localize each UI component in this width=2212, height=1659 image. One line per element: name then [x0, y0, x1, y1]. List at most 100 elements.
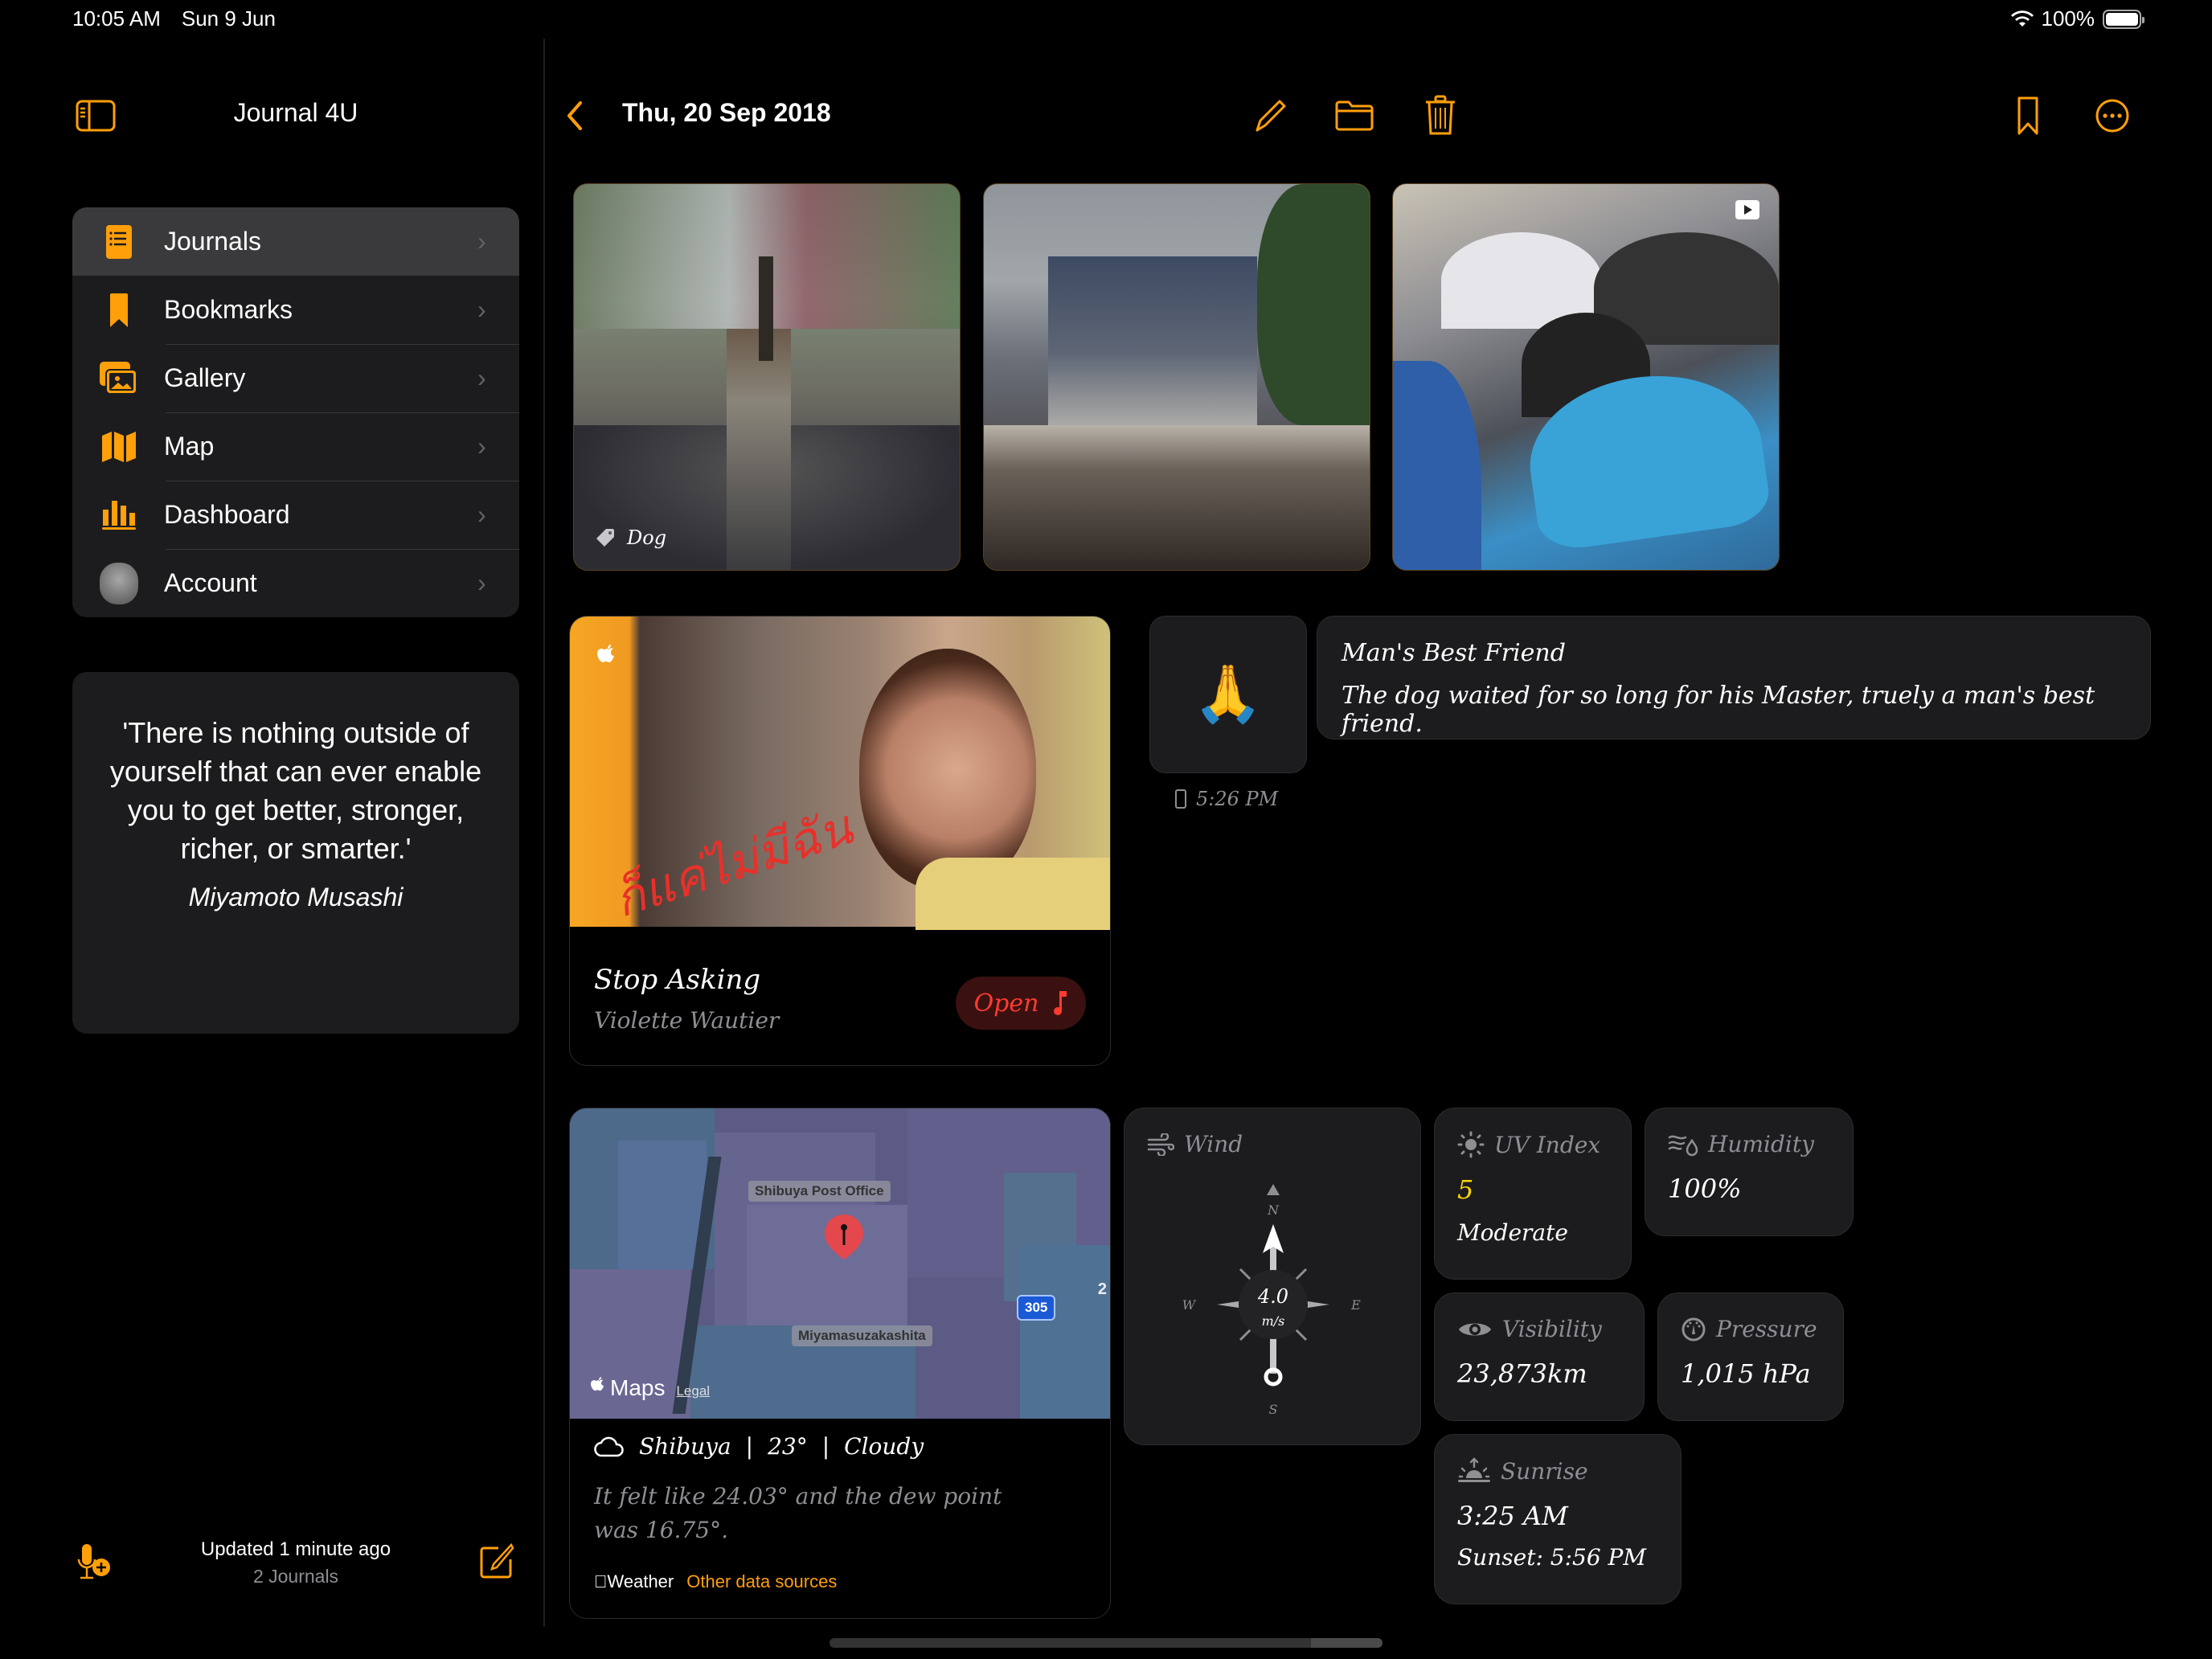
- entry-time-label: 5:26 PM: [1196, 788, 1279, 810]
- humidity-value: 100%: [1668, 1174, 1742, 1204]
- weather-condition: Cloudy: [844, 1433, 924, 1460]
- iphone-icon: [1175, 789, 1186, 809]
- status-bar-right: 100%: [2010, 6, 2144, 31]
- pressure-header: Pressure: [1681, 1316, 1821, 1342]
- other-data-sources-link[interactable]: Other data sources: [686, 1571, 837, 1592]
- sunrise-tile[interactable]: Sunrise 3:25 AM Sunset: 5:56 PM: [1434, 1434, 1682, 1604]
- status-date: Sun 9 Jun: [181, 6, 276, 31]
- mood-card[interactable]: 🙏: [1149, 616, 1307, 773]
- location-weather-card[interactable]: Shibuya Post Office Miyamasuzakashita 30…: [569, 1108, 1111, 1619]
- album-art: ก็แค่ไม่มีฉัน: [570, 616, 1110, 930]
- cloud-icon: [594, 1436, 624, 1456]
- maps-legal-link[interactable]: Legal: [676, 1383, 710, 1399]
- humidity-header: Humidity: [1668, 1131, 1830, 1157]
- chevron-right-icon: ›: [477, 568, 486, 597]
- pencil-icon[interactable]: [1252, 95, 1286, 137]
- chevron-right-icon: ›: [477, 295, 486, 324]
- journal-count: 2 Journals: [252, 1566, 339, 1587]
- bookmark-icon: [95, 293, 143, 328]
- apple-weather-label: Weather: [594, 1571, 674, 1591]
- weather-description: It felt like 24.03° and the dew point wa…: [594, 1483, 1002, 1543]
- weather-location: Shibuya: [639, 1433, 731, 1460]
- music-card[interactable]: ก็แค่ไม่มีฉัน Stop Asking Violette Wauti…: [569, 616, 1111, 1066]
- chevron-left-icon[interactable]: [563, 95, 585, 137]
- photo-video-thumbnail[interactable]: [1392, 183, 1780, 571]
- split-divider[interactable]: [543, 39, 545, 1627]
- quote-author: Miyamoto Musashi: [188, 883, 403, 911]
- wind-unit: m/s: [1262, 1313, 1285, 1329]
- sidebar-item-dashboard[interactable]: Dashboard ›: [72, 481, 519, 549]
- battery-percent: 100%: [2041, 6, 2095, 31]
- scroll-thumb[interactable]: [1310, 1638, 1382, 1648]
- humidity-icon: [1668, 1135, 1698, 1156]
- photo-thumbnail[interactable]: [983, 183, 1370, 571]
- open-music-button[interactable]: Open: [956, 977, 1086, 1030]
- wind-icon: [1147, 1133, 1174, 1156]
- uv-index-tile[interactable]: UV Index 5 Moderate: [1434, 1108, 1632, 1280]
- eye-icon: [1459, 1323, 1491, 1335]
- mic-add-icon[interactable]: [77, 1543, 114, 1582]
- sidebar-item-label: Journals: [164, 227, 261, 256]
- pressure-label: Pressure: [1716, 1316, 1817, 1342]
- album-art-shirt: [916, 858, 1110, 930]
- bookmark-outline-icon[interactable]: [2016, 95, 2040, 137]
- entry-date: Thu, 20 Sep 2018: [622, 98, 831, 127]
- ellipsis-circle-icon[interactable]: [2095, 95, 2130, 137]
- sidebar-item-gallery[interactable]: Gallery ›: [72, 344, 519, 412]
- video-icon: [1735, 200, 1759, 219]
- wind-label: Wind: [1184, 1131, 1243, 1157]
- sidebar-toggle-icon[interactable]: [76, 100, 116, 132]
- song-artist: Violette Wautier: [594, 1007, 780, 1034]
- apple-maps-logo: Maps Legal: [591, 1375, 710, 1401]
- weather-attribution: Weather Other data sources: [594, 1571, 837, 1592]
- praying-hands-icon: 🙏: [1193, 662, 1264, 725]
- sidebar-footer-status: Updated 1 minute ago 2 Journals: [145, 1538, 447, 1587]
- gauge-icon: [1682, 1317, 1706, 1341]
- map-pin-icon[interactable]: [822, 1213, 866, 1261]
- visibility-tile[interactable]: Visibility 23,873km: [1434, 1292, 1645, 1421]
- apple-logo-icon: : [594, 1571, 608, 1591]
- visibility-header: Visibility: [1457, 1316, 1621, 1342]
- updated-text: Updated 1 minute ago: [200, 1538, 391, 1560]
- sidebar-item-label: Gallery: [164, 363, 246, 392]
- status-time: 10:05 AM: [72, 6, 161, 31]
- compass-n: N: [1267, 1202, 1280, 1218]
- quote-text: 'There is nothing outside of yourself th…: [109, 716, 482, 865]
- map-view[interactable]: Shibuya Post Office Miyamasuzakashita 30…: [570, 1108, 1110, 1419]
- trash-icon[interactable]: [1424, 95, 1456, 137]
- chart-icon: [95, 500, 143, 530]
- quote-card: 'There is nothing outside of yourself th…: [72, 672, 519, 1034]
- humidity-tile[interactable]: Humidity 100%: [1645, 1108, 1854, 1236]
- album-art-portrait: [859, 649, 1036, 890]
- sidebar-item-journals[interactable]: Journals ›: [72, 207, 519, 276]
- photos-icon: [95, 361, 143, 395]
- sidebar-item-map[interactable]: Map ›: [72, 412, 519, 481]
- note-card[interactable]: Man's Best Friend The dog waited for so …: [1317, 616, 2151, 739]
- status-bar-left: 10:05 AM Sun 9 Jun: [72, 6, 276, 31]
- app-title: Journal 4U: [233, 98, 358, 127]
- map-label-post-office: Shibuya Post Office: [748, 1181, 891, 1202]
- wind-tile[interactable]: Wind N S W E 4.0 m/s: [1124, 1108, 1421, 1445]
- compass-e: E: [1350, 1297, 1361, 1313]
- maps-brand: Maps: [610, 1375, 666, 1400]
- folder-icon[interactable]: [1334, 95, 1374, 137]
- compose-icon[interactable]: [479, 1543, 514, 1579]
- music-note-icon: [1054, 991, 1067, 1015]
- compass-w: W: [1182, 1297, 1197, 1313]
- pressure-tile[interactable]: Pressure 1,015 hPa: [1657, 1292, 1844, 1421]
- map-label-station: Miyamasuzakashita: [792, 1325, 932, 1346]
- uv-level: Moderate: [1457, 1219, 1568, 1246]
- chevron-right-icon: ›: [477, 363, 486, 392]
- humidity-label: Humidity: [1708, 1131, 1814, 1157]
- photo-thumbnail[interactable]: Dog: [573, 183, 961, 571]
- sidebar-item-account[interactable]: Account ›: [72, 549, 519, 617]
- route-shield: 305: [1017, 1295, 1056, 1321]
- pressure-value: 1,015 hPa: [1681, 1358, 1811, 1389]
- weather-summary: Shibuya | 23° | Cloudy: [594, 1433, 924, 1460]
- album-art-title: ก็แค่ไม่มีฉัน: [607, 799, 859, 929]
- scroll-indicator[interactable]: [830, 1638, 1382, 1648]
- sidebar-item-label: Map: [164, 432, 215, 461]
- sidebar-item-label: Account: [164, 568, 257, 597]
- sidebar-item-bookmarks[interactable]: Bookmarks ›: [72, 276, 519, 344]
- sunrise-header: Sunrise: [1457, 1457, 1658, 1485]
